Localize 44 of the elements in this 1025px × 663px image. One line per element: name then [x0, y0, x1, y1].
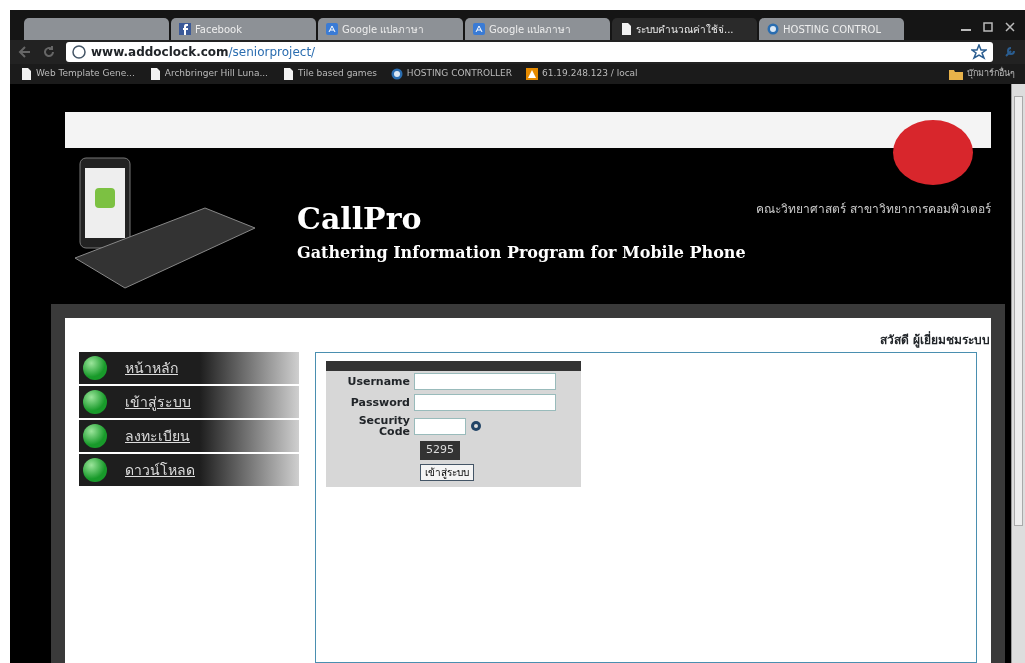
menu-item[interactable]: เข้าสู่ระบบ — [79, 386, 299, 418]
menu-item[interactable]: ลงทะเบียน — [79, 420, 299, 452]
bookmark-link[interactable]: 61.19.248.123 / local — [526, 67, 638, 81]
address-bar[interactable]: www.addoclock.com/seniorproject/ — [66, 42, 993, 62]
wrench-icon[interactable] — [1003, 45, 1017, 59]
browser-tab[interactable]: ระบบคำนวณค่าใช้จ่... — [612, 18, 757, 40]
reload-icon[interactable] — [42, 45, 56, 59]
refresh-icon[interactable] — [470, 420, 482, 432]
bullet-icon — [83, 424, 107, 448]
database-icon — [526, 68, 539, 80]
globe-icon — [767, 23, 779, 35]
back-arrow-icon[interactable] — [18, 45, 32, 59]
site-subtitle: Gathering Information Program for Mobile Phone — [297, 242, 746, 264]
url-text: www.addoclock.com/seniorproject/ — [91, 44, 316, 61]
site-title: CallPro — [297, 200, 423, 238]
field-label: Security Code — [357, 415, 410, 437]
password-field[interactable] — [414, 394, 556, 411]
folder-icon — [949, 68, 963, 80]
bookmark-link[interactable]: Tile based games — [282, 67, 377, 81]
field-label: Username — [346, 376, 410, 387]
greeting-text: สวัสดี ผู้เยี่ยมชมระบบ — [879, 331, 990, 349]
bookmark-link[interactable]: Web Template Gene... — [20, 67, 135, 81]
translate-icon — [473, 23, 485, 35]
bookmark-folder[interactable]: บุ๊กมาร์กอื่นๆ — [949, 67, 1015, 81]
bookmark-link[interactable]: Archbringer Hill Luna... — [148, 67, 268, 81]
translate-icon — [326, 23, 338, 35]
captcha-code: 5295 — [420, 441, 460, 460]
faculty-text: คณะวิทยาศาสตร์ สาขาวิทยาการคอมพิวเตอร์ — [756, 201, 991, 218]
close-icon[interactable] — [1005, 22, 1015, 32]
security-code-field[interactable] — [414, 417, 466, 435]
bullet-icon — [83, 390, 107, 414]
username-field[interactable] — [414, 373, 556, 390]
menu-item[interactable]: ดาวน์โหลด — [79, 454, 299, 486]
bullet-icon — [83, 458, 107, 482]
login-button[interactable]: เข้าสู่ระบบ — [420, 463, 474, 481]
bookmark-link[interactable]: HOSTING CONTROLLER — [390, 67, 513, 81]
scrollbar[interactable] — [1011, 84, 1025, 663]
field-label: Password — [349, 397, 410, 408]
facebook-icon — [179, 23, 191, 35]
star-icon[interactable] — [971, 44, 987, 60]
bullet-icon — [83, 356, 107, 380]
menu-item[interactable]: หน้าหลัก — [79, 352, 299, 384]
maximize-icon[interactable] — [983, 22, 993, 32]
globe-icon — [390, 68, 403, 80]
